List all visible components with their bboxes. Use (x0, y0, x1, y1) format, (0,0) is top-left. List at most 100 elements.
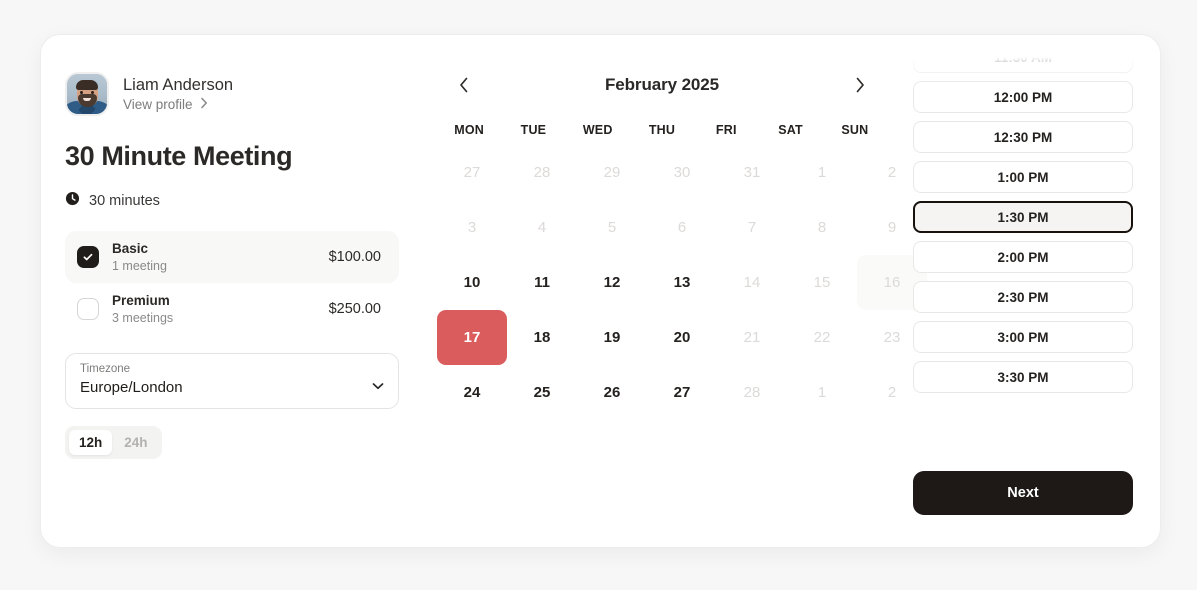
weekday-label: THU (648, 123, 676, 137)
calendar-day-15: 15 (813, 274, 831, 291)
checkbox-unchecked-icon[interactable] (77, 298, 99, 320)
calendar-day-10[interactable]: 10 (437, 255, 507, 310)
calendar-day-cell: 15 (787, 255, 857, 310)
calendar-day-cell: 1 (787, 365, 857, 420)
timezone-label: Timezone (80, 363, 131, 375)
profile-row[interactable]: Liam Anderson View profile (65, 65, 399, 123)
calendar-day-cell: 25 (507, 365, 577, 420)
calendar-day-5: 5 (607, 219, 617, 236)
calendar-day-31: 31 (743, 164, 761, 181)
calendar-day-cell: 4 (507, 200, 577, 255)
calendar-day-cell: 31 (717, 145, 787, 200)
calendar-day-cell: 6 (647, 200, 717, 255)
calendar-day-25[interactable]: 25 (507, 365, 577, 420)
page-title: 30 Minute Meeting (65, 141, 293, 171)
calendar-day-17[interactable]: 17 (437, 310, 507, 365)
timezone-select[interactable]: Timezone Europe/London (65, 353, 399, 409)
calendar-day-cell: 22 (787, 310, 857, 365)
calendar-day-20[interactable]: 20 (647, 310, 717, 365)
calendar-day-cell: 27 (437, 145, 507, 200)
calendar-day-cell: 1 (787, 145, 857, 200)
weekday-label: MON (454, 123, 485, 137)
chevron-down-icon (372, 377, 384, 395)
weekday-label: SAT (778, 123, 803, 137)
checkbox-checked-icon[interactable] (77, 246, 99, 268)
time-slot[interactable]: 2:00 PM (913, 241, 1133, 273)
time-slot[interactable]: 12:00 PM (913, 81, 1133, 113)
calendar-day-8: 8 (817, 219, 827, 236)
hour-format-24h[interactable]: 24h (114, 430, 157, 455)
calendar-day-22: 22 (813, 329, 831, 346)
calendar-day-cell: 12 (577, 255, 647, 310)
calendar-day-cell: 19 (577, 310, 647, 365)
calendar-day-12[interactable]: 12 (577, 255, 647, 310)
time-slots-scroll[interactable]: 11:30 AM 12:00 PM 12:30 PM 1:00 PM 1:30 PM 2:… (913, 35, 1133, 467)
calendar-day-19[interactable]: 19 (577, 310, 647, 365)
calendar-day-18[interactable]: 18 (507, 310, 577, 365)
time-slots-list: 11:30 AM 12:00 PM 12:30 PM 1:00 PM 1:30 PM 2:… (913, 35, 1133, 393)
calendar-day-cell: 28 (717, 365, 787, 420)
hour-format-toggle[interactable]: 12h 24h (65, 426, 162, 459)
calendar-day-14: 14 (743, 274, 761, 291)
calendar-day-cell: 5 (577, 200, 647, 255)
calendar-month-label: February 2025 (605, 75, 719, 94)
meeting-details-panel: Liam Anderson View profile 30 Minute Mee… (41, 35, 423, 547)
time-slot[interactable]: 11:30 AM (913, 41, 1133, 73)
plan-price: $100.00 (328, 249, 381, 265)
calendar-day-cell: 18 (507, 310, 577, 365)
calendar-day-3: 3 (467, 219, 477, 236)
plan-options-list: Basic 1 meeting $100.00 Premium 3 meetin… (65, 231, 399, 335)
calendar-day-cell: 27 (647, 365, 717, 420)
time-slot[interactable]: 12:30 PM (913, 121, 1133, 153)
duration-row: 30 minutes (65, 191, 399, 211)
calendar-panel: February 2025 MON TUE WED THU FRI SAT SU… (423, 35, 927, 547)
calendar-day-28: 28 (533, 164, 551, 181)
timezone-value: Europe/London (80, 379, 183, 396)
time-slot[interactable]: 3:30 PM (913, 361, 1133, 393)
time-slots-panel: 11:30 AM 12:00 PM 12:30 PM 1:00 PM 1:30 PM 2:… (901, 35, 1160, 547)
plan-option-premium[interactable]: Premium 3 meetings $250.00 (65, 283, 399, 335)
calendar-day-cell: 21 (717, 310, 787, 365)
weekday-label: TUE (520, 123, 547, 137)
calendar-day-cell: 24 (437, 365, 507, 420)
calendar-day-cell: 3 (437, 200, 507, 255)
calendar-day-cell: 17 (437, 310, 507, 365)
calendar-day-6: 6 (677, 219, 687, 236)
plan-name: Basic (112, 241, 149, 256)
time-slot[interactable]: 3:00 PM (913, 321, 1133, 353)
calendar-day-24[interactable]: 24 (437, 365, 507, 420)
calendar-day-cell: 13 (647, 255, 717, 310)
hour-format-12h[interactable]: 12h (69, 430, 113, 455)
booking-page: Liam Anderson View profile 30 Minute Mee… (0, 0, 1197, 590)
time-slot[interactable]: 1:30 PM (913, 201, 1133, 233)
calendar-day-4: 4 (537, 219, 547, 236)
calendar-day-cell: 14 (717, 255, 787, 310)
calendar-day-cell: 20 (647, 310, 717, 365)
plan-subtitle: 1 meeting (112, 259, 167, 273)
calendar-day-26[interactable]: 26 (577, 365, 647, 420)
plan-price: $250.00 (328, 301, 381, 317)
calendar-day-27[interactable]: 27 (647, 365, 717, 420)
calendar-day-cell: 7 (717, 200, 787, 255)
calendar-day-13[interactable]: 13 (647, 255, 717, 310)
view-profile-link[interactable]: View profile (123, 96, 233, 114)
time-slot[interactable]: 1:00 PM (913, 161, 1133, 193)
view-profile-label: View profile (123, 97, 193, 112)
time-slot[interactable]: 2:30 PM (913, 281, 1133, 313)
weekday-label: SUN (841, 123, 869, 137)
profile-name: Liam Anderson (123, 75, 234, 94)
next-month-button[interactable] (845, 70, 875, 100)
chevron-right-icon (200, 96, 208, 114)
calendar-days-grid: 27 28 29 30 31 1 2 3 4 5 6 7 8 9 10 11 12 13 14 15 16 17 18 19 2… (437, 145, 927, 420)
next-button[interactable]: Next (913, 471, 1133, 515)
calendar-day-11[interactable]: 11 (507, 255, 577, 310)
calendar-header: February 2025 (437, 65, 887, 105)
calendar-weekday-header: MON TUE WED THU FRI SAT SUN (437, 123, 887, 137)
weekday-label: WED (582, 123, 613, 137)
prev-month-button[interactable] (449, 70, 479, 100)
calendar-day-21: 21 (743, 329, 761, 346)
plan-option-basic[interactable]: Basic 1 meeting $100.00 (65, 231, 399, 283)
calendar-day-cell: 10 (437, 255, 507, 310)
booking-card: Liam Anderson View profile 30 Minute Mee… (40, 34, 1161, 548)
calendar-day-30: 30 (673, 164, 691, 181)
